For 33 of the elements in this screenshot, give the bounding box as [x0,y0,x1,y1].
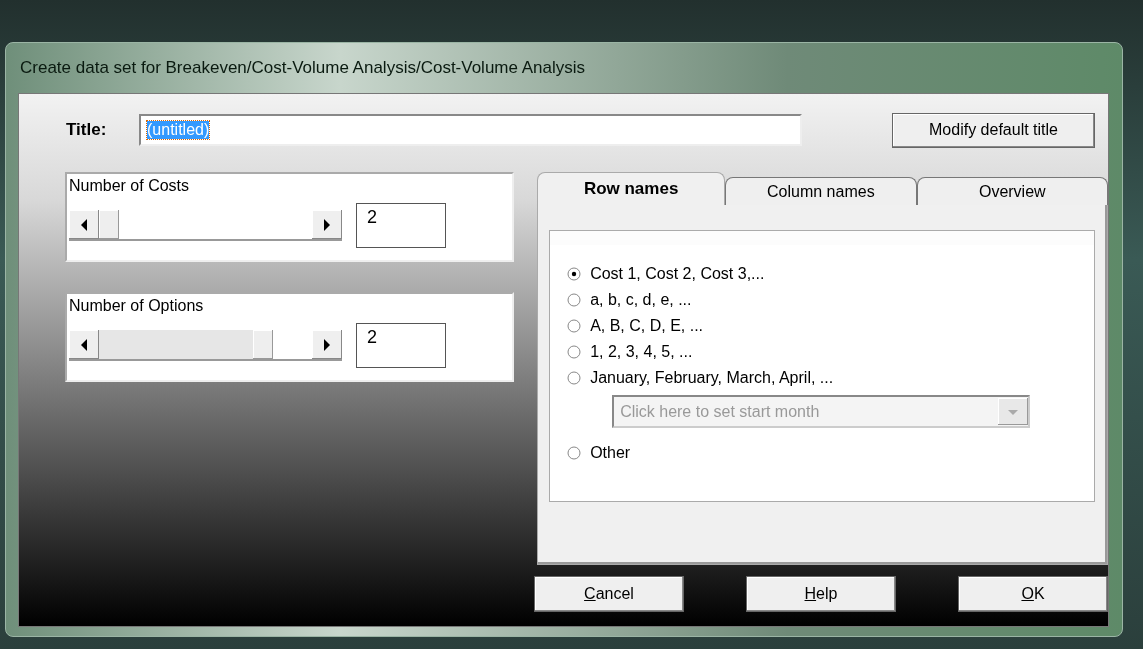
dialog-button[interactable]: Help [746,576,896,612]
option-label: 1, 2, 3, 4, 5, ... [590,343,693,361]
radio-button[interactable] [567,267,582,281]
scroll-thumb[interactable] [253,330,274,359]
scroll-left-icon[interactable] [69,330,99,359]
option-label: January, February, March, April, ... [590,369,834,387]
option-label: Cost 1, Cost 2, Cost 3,... [590,265,765,283]
number-field[interactable]: 2 [356,323,446,368]
dialog-button[interactable]: OK [958,576,1108,612]
tab[interactable]: Overview [916,177,1108,205]
scrollbar[interactable] [69,330,342,361]
radio-button[interactable] [567,319,582,333]
option-label: Other [590,444,631,462]
radio-button[interactable] [567,371,582,385]
option-label: A, B, C, D, E, ... [590,317,704,335]
option-label: a, b, c, d, e, ... [590,291,692,309]
group-label: Number of Costs [69,176,191,196]
title-label: Title: [66,120,108,140]
modify-title-button[interactable]: Modify default title [892,112,1095,148]
scroll-right-icon[interactable] [312,330,342,359]
radio-button[interactable] [567,345,582,359]
radio-button[interactable] [567,293,582,307]
scroll-thumb[interactable] [99,210,119,239]
scrollbar[interactable] [69,210,342,241]
tab[interactable]: Column names [725,177,917,205]
window-title: Create data set for Breakeven/Cost-Volume Analysis/Cost-Volume Analysis [19,57,587,79]
dialog-button[interactable]: Cancel [534,576,684,612]
scroll-right-icon[interactable] [312,210,342,239]
number-field[interactable]: 2 [356,203,446,248]
radio-button[interactable] [567,446,582,460]
group-label: Number of Options [69,296,205,316]
scroll-left-icon[interactable] [69,210,99,239]
tab[interactable]: Row names [537,172,726,205]
